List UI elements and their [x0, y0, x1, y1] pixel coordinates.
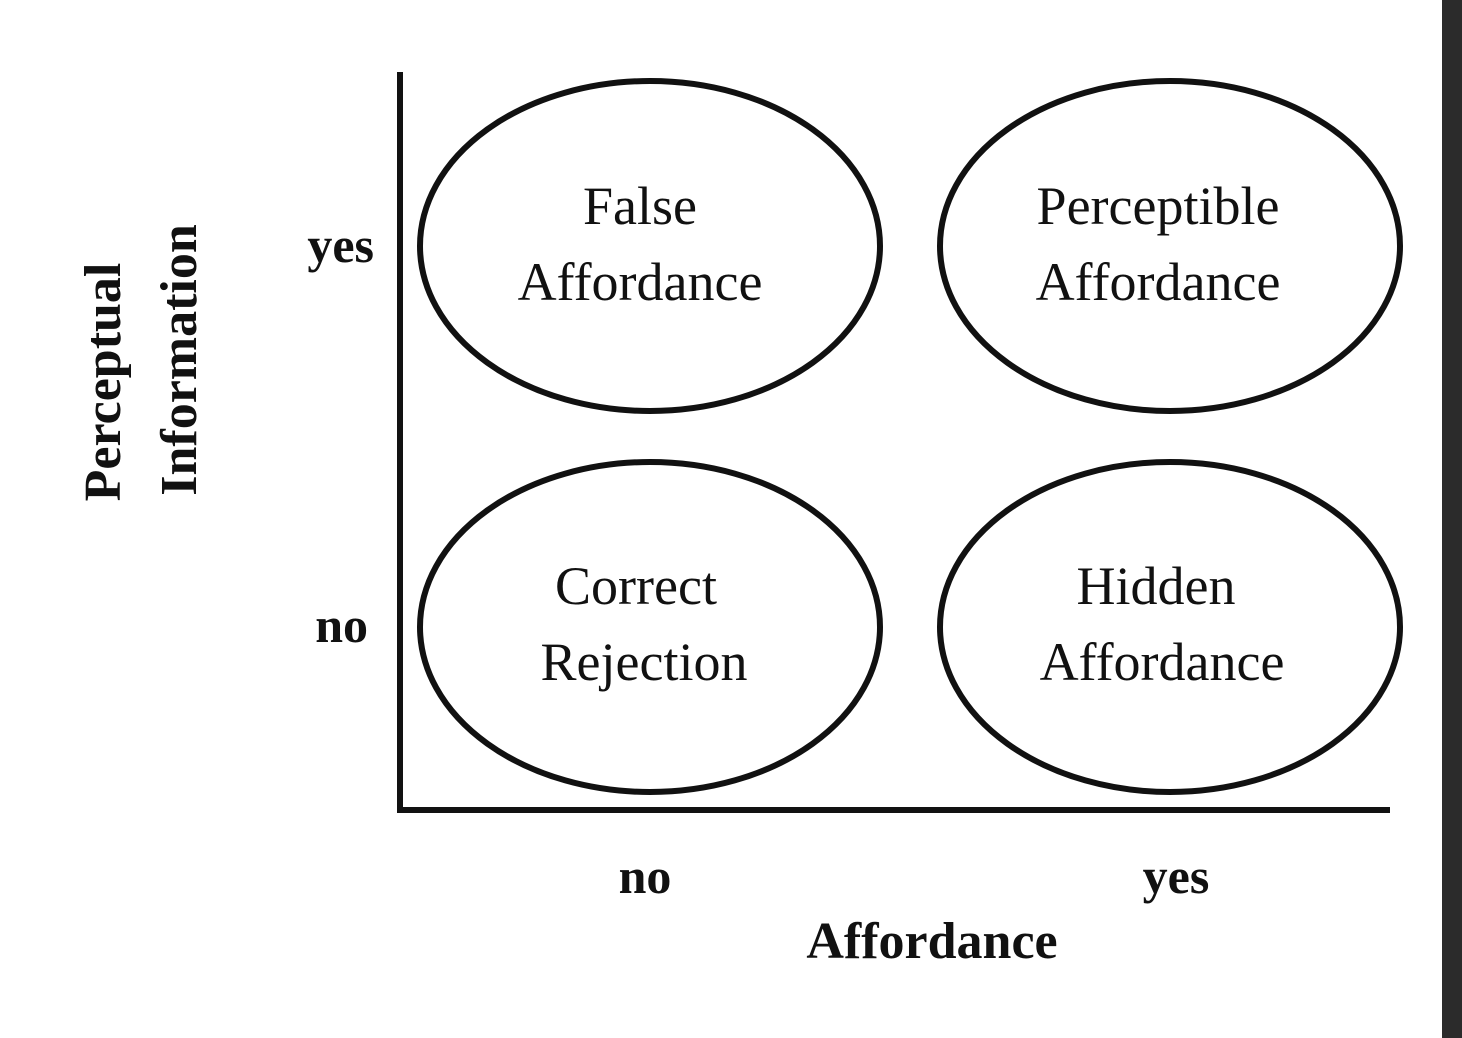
x-axis-value-yes: yes: [1143, 848, 1210, 904]
cell-ellipse: [937, 78, 1403, 414]
cell-ellipse: [417, 78, 883, 414]
cell-perceptible-affordance: Perceptible Affordance: [937, 78, 1403, 414]
cell-false-affordance: False Affordance: [417, 78, 883, 414]
x-axis-value-no: no: [619, 848, 672, 904]
cell-label-line-2: Affordance: [1036, 252, 1281, 312]
cell-label-line-2: Affordance: [1040, 632, 1285, 692]
cell-label-line-1: Hidden: [1077, 556, 1236, 616]
y-axis-title-line-1: Perceptual: [75, 263, 132, 502]
cell-label-line-1: False: [583, 176, 697, 236]
y-axis-title-line-2: Information: [151, 224, 208, 496]
cell-label-line-1: Correct: [555, 556, 717, 616]
cell-hidden-affordance: Hidden Affordance: [937, 459, 1403, 795]
y-axis-value-no: no: [315, 597, 368, 653]
right-edge-bar: [1442, 0, 1462, 1038]
affordance-matrix-diagram: Perceptual Information yes no no yes Aff…: [75, 72, 1403, 970]
cell-correct-rejection: Correct Rejection: [417, 459, 883, 795]
y-axis-value-yes: yes: [307, 217, 374, 273]
cell-ellipse: [417, 459, 883, 795]
cell-ellipse: [937, 459, 1403, 795]
cell-label-line-2: Rejection: [541, 632, 748, 692]
cell-label-line-2: Affordance: [518, 252, 763, 312]
cell-label-line-1: Perceptible: [1037, 176, 1280, 236]
x-axis-title: Affordance: [806, 913, 1057, 970]
diagram-canvas: Perceptual Information yes no no yes Aff…: [0, 0, 1462, 1038]
